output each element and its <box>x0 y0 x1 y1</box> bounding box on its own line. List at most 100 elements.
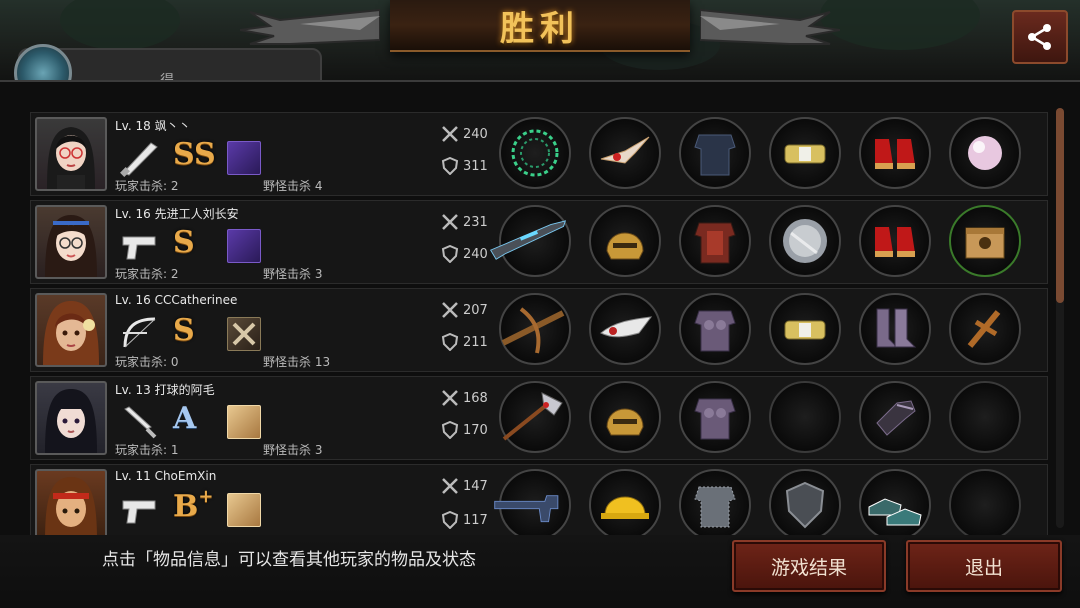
item-slot-pearl[interactable] <box>949 117 1021 189</box>
item-slot-steel-shield[interactable] <box>769 469 841 536</box>
player-level-name: Lv. 16 先进工人刘长安 <box>115 207 239 221</box>
item-slot-red-armor[interactable] <box>679 205 751 277</box>
item-slot-red-heels[interactable] <box>859 205 931 277</box>
fist-skill-icon[interactable] <box>227 405 261 439</box>
shield-icon <box>441 245 459 263</box>
rank-badge: A <box>173 401 197 436</box>
player-level-name: Lv. 13 打球的阿毛 <box>115 383 215 397</box>
item-slot-revolver[interactable] <box>494 469 571 536</box>
item-slot-dark-armor[interactable] <box>679 117 751 189</box>
right-wing-ornament <box>700 8 840 45</box>
item-slot-battle-axe[interactable] <box>499 381 571 453</box>
monster-kills: 野怪击杀 3 <box>263 443 323 457</box>
defense-value: 170 <box>463 422 488 438</box>
player-list-panel: Lv. 18 飒丶丶 SS 玩家击杀: 2 野怪击杀 4 240 311 Lv.… <box>0 80 1080 537</box>
rank-badge: S <box>173 313 195 348</box>
scrollbar-thumb[interactable] <box>1056 108 1064 303</box>
swords-icon <box>442 214 458 230</box>
defense-value: 240 <box>463 246 488 262</box>
defense-value: 117 <box>463 512 488 528</box>
share-icon <box>1028 24 1051 50</box>
victory-title-banner: 胜利 <box>390 0 690 52</box>
rank-badge: B+ <box>173 486 214 525</box>
share-button[interactable] <box>1012 10 1068 64</box>
shield-icon <box>441 421 459 439</box>
player-row[interactable]: Lv. 16 先进工人刘长安 S 玩家击杀: 2 野怪击杀 3 231 240 <box>30 200 1048 284</box>
item-slot-empty[interactable] <box>769 381 841 453</box>
rank-badge: S <box>173 225 195 260</box>
attack-stat: 147 <box>441 477 488 495</box>
attack-stat: 207 <box>441 301 488 319</box>
player-avatar[interactable] <box>35 293 107 367</box>
player-row[interactable]: Lv. 13 打球的阿毛 A 玩家击杀: 1 野怪击杀 3 168 170 <box>30 376 1048 460</box>
rank-badge: SS <box>173 137 216 172</box>
attack-stat: 240 <box>441 125 488 143</box>
item-slot-purple-boots[interactable] <box>859 293 931 365</box>
knife-icon <box>124 406 157 439</box>
fist-skill-icon[interactable] <box>227 493 261 527</box>
player-level-name: Lv. 18 飒丶丶 <box>115 119 191 133</box>
item-slot-energy-rifle[interactable] <box>489 205 571 277</box>
player-row[interactable]: Lv. 18 飒丶丶 SS 玩家击杀: 2 野怪击杀 4 240 311 <box>30 112 1048 196</box>
player-avatar[interactable] <box>35 469 107 536</box>
bow-icon <box>123 317 156 348</box>
player-level-name: Lv. 16 CCCatherinee <box>115 293 238 307</box>
defense-stat: 311 <box>441 157 488 175</box>
attack-value: 231 <box>463 214 488 230</box>
item-slot-red-headband[interactable] <box>589 293 661 365</box>
defense-value: 311 <box>463 158 488 174</box>
item-slot-red-heels[interactable] <box>859 117 931 189</box>
item-slot-dark-gauntlet[interactable] <box>859 381 931 453</box>
shield-icon <box>441 157 459 175</box>
item-slot-hard-hat[interactable] <box>589 469 661 536</box>
player-avatar[interactable] <box>35 205 107 279</box>
shield-icon <box>441 333 459 351</box>
item-slot-wooden-cross[interactable] <box>949 293 1021 365</box>
item-slot-silver-disc[interactable] <box>769 205 841 277</box>
player-row[interactable]: Lv. 16 CCCatherinee S 玩家击杀: 0 野怪击杀 13 20… <box>30 288 1048 372</box>
footer-hint: 点击「物品信息」可以查看其他玩家的物品及状态 <box>102 550 476 570</box>
attack-value: 168 <box>463 390 488 406</box>
item-slot-crossbow[interactable] <box>499 293 571 365</box>
scrollbar[interactable] <box>1056 108 1064 528</box>
item-slot-stone-armor[interactable] <box>679 381 751 453</box>
attack-stat: 231 <box>441 213 488 231</box>
item-slot-gold-helmet[interactable] <box>589 205 661 277</box>
item-slot-chain-mail[interactable] <box>679 469 751 536</box>
cross-skill-icon[interactable] <box>227 317 261 351</box>
shield-icon <box>441 511 459 529</box>
pistol-icon <box>122 236 156 260</box>
game-result-button[interactable]: 游戏结果 <box>732 540 886 592</box>
exit-button[interactable]: 退出 <box>906 540 1062 592</box>
item-slot-winged-tiara[interactable] <box>589 117 661 189</box>
page-title: 胜利 <box>500 8 580 49</box>
purple-skill-icon[interactable] <box>227 141 261 175</box>
swords-icon <box>442 478 458 494</box>
attack-value: 240 <box>463 126 488 142</box>
monster-kills: 野怪击杀 13 <box>263 355 331 369</box>
player-kills: 玩家击杀: 2 <box>115 267 179 281</box>
purple-skill-icon[interactable] <box>227 229 261 263</box>
defense-stat: 211 <box>441 333 488 351</box>
item-slot-stone-armor[interactable] <box>679 293 751 365</box>
swords-icon <box>442 126 458 142</box>
item-slot-gold-helmet[interactable] <box>589 381 661 453</box>
monster-kills: 野怪击杀 3 <box>263 267 323 281</box>
item-slot-treasure-box[interactable] <box>949 205 1021 277</box>
player-avatar[interactable] <box>35 117 107 191</box>
player-row[interactable]: Lv. 11 ChoEmXin B+ 147 117 <box>30 464 1048 537</box>
attack-value: 207 <box>463 302 488 318</box>
item-slot-gold-bracelet[interactable] <box>769 117 841 189</box>
defense-stat: 170 <box>441 421 488 439</box>
item-slot-empty[interactable] <box>949 469 1021 536</box>
item-slot-thorn-vine[interactable] <box>499 117 571 189</box>
player-avatar[interactable] <box>35 381 107 455</box>
item-slot-empty[interactable] <box>949 381 1021 453</box>
pistol-icon <box>122 500 156 524</box>
item-slot-green-sneakers[interactable] <box>859 469 931 536</box>
item-slot-gold-bracelet[interactable] <box>769 293 841 365</box>
player-kills: 玩家击杀: 1 <box>115 443 179 457</box>
defense-stat: 117 <box>441 511 488 529</box>
monster-kills: 野怪击杀 4 <box>263 179 323 193</box>
attack-value: 147 <box>463 478 488 494</box>
